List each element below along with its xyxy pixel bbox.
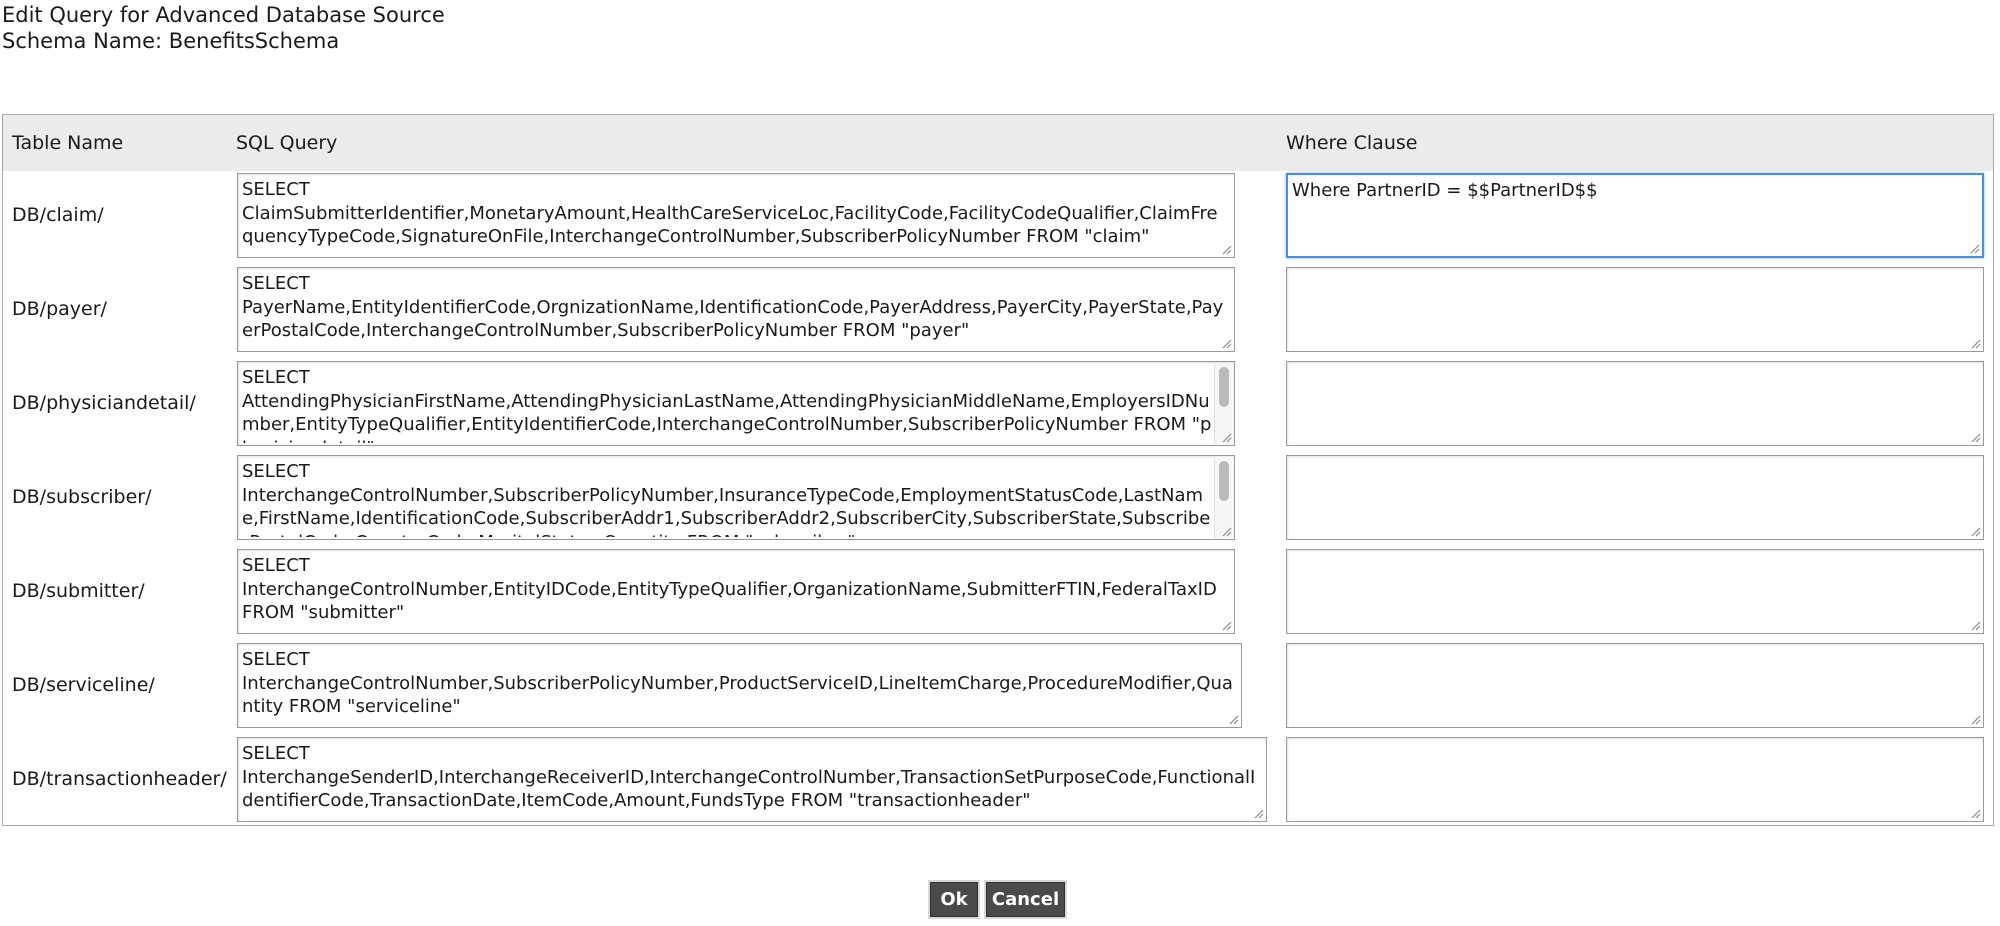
resize-grip-icon[interactable] [1228,714,1239,725]
where-clause-textarea[interactable] [1286,455,1984,540]
sql-query-textarea[interactable]: SELECT InterchangeControlNumber,Subscrib… [237,643,1242,728]
resize-grip-icon[interactable] [1970,338,1981,349]
column-header-where-clause: Where Clause [1286,132,1418,154]
resize-grip-icon[interactable] [1221,432,1232,443]
table-name: DB/submitter/ [12,580,145,602]
resize-grip-icon[interactable] [1970,432,1981,443]
table-row: DB/subscriber/ SELECT InterchangeControl… [3,455,1993,549]
resize-grip-icon[interactable] [1253,808,1264,819]
sql-query-textarea[interactable]: SELECT InterchangeSenderID,InterchangeRe… [237,737,1267,822]
table-row: DB/payer/ SELECT PayerName,EntityIdentif… [3,267,1993,361]
table-row: DB/claim/ SELECT ClaimSubmitterIdentifie… [3,173,1993,267]
table-name: DB/transactionheader/ [12,768,227,790]
where-clause-textarea[interactable] [1286,737,1984,822]
scrollbar-thumb[interactable] [1219,367,1229,407]
where-clause-textarea[interactable] [1286,643,1984,728]
where-clause-textarea[interactable] [1286,267,1984,352]
table-name: DB/claim/ [12,204,104,226]
ok-button[interactable]: Ok [930,882,978,917]
table-row: DB/transactionheader/ SELECT Interchange… [3,737,1993,831]
resize-grip-icon[interactable] [1221,620,1232,631]
sql-query-textarea[interactable]: SELECT AttendingPhysicianFirstName,Atten… [237,361,1235,446]
sql-query-textarea[interactable]: SELECT InterchangeControlNumber,EntityID… [237,549,1235,634]
sql-query-textarea[interactable]: SELECT InterchangeControlNumber,Subscrib… [237,455,1235,540]
schema-name: Schema Name: BenefitsSchema [2,29,340,53]
table-name: DB/physiciandetail/ [12,392,196,414]
dialog-title: Edit Query for Advanced Database Source [2,3,445,27]
table-row: DB/physiciandetail/ SELECT AttendingPhys… [3,361,1993,455]
table-row: DB/serviceline/ SELECT InterchangeContro… [3,643,1993,737]
table-row: DB/submitter/ SELECT InterchangeControlN… [3,549,1993,643]
resize-grip-icon[interactable] [1221,244,1232,255]
dialog-header: Edit Query for Advanced Database Source … [2,2,445,54]
sql-query-textarea[interactable]: SELECT ClaimSubmitterIdentifier,Monetary… [237,173,1235,258]
column-header-table-name: Table Name [12,132,124,154]
resize-grip-icon[interactable] [1969,243,1980,254]
resize-grip-icon[interactable] [1970,714,1981,725]
where-clause-textarea[interactable] [1286,549,1984,634]
scrollbar-thumb[interactable] [1219,461,1229,501]
resize-grip-icon[interactable] [1970,620,1981,631]
cancel-button[interactable]: Cancel [986,882,1065,917]
table-name: DB/subscriber/ [12,486,152,508]
table-name: DB/serviceline/ [12,674,155,696]
where-clause-textarea[interactable]: Where PartnerID = $$PartnerID$$ [1286,173,1984,258]
column-header-sql-query: SQL Query [236,132,338,154]
table-name: DB/payer/ [12,298,107,320]
resize-grip-icon[interactable] [1970,808,1981,819]
query-table: Table Name SQL Query Where Clause DB/cla… [2,114,1994,826]
resize-grip-icon[interactable] [1970,526,1981,537]
resize-grip-icon[interactable] [1221,338,1232,349]
where-clause-textarea[interactable] [1286,361,1984,446]
sql-query-textarea[interactable]: SELECT PayerName,EntityIdentifierCode,Or… [237,267,1235,352]
resize-grip-icon[interactable] [1221,526,1232,537]
table-header: Table Name SQL Query Where Clause [3,115,1993,171]
